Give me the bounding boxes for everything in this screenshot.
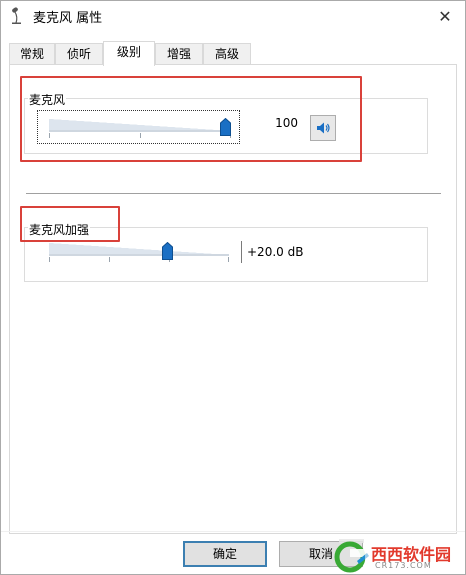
slider-tick — [228, 257, 229, 262]
section-separator — [26, 193, 441, 194]
microphone-level-value: 100 — [275, 116, 298, 130]
title-bar: 麦克风 属性 ✕ — [1, 1, 465, 31]
slider-thumb[interactable] — [220, 118, 231, 136]
tab-enhancements[interactable]: 增强 — [155, 43, 203, 65]
tab-listen[interactable]: 侦听 — [55, 43, 103, 65]
watermark: 西西软件园 CR173.COM — [331, 531, 466, 575]
slider-tick — [140, 133, 141, 138]
microphone-icon — [12, 7, 21, 24]
tab-advanced[interactable]: 高级 — [203, 43, 251, 65]
levels-panel: 麦克风 100 麦克风加强 +20.0 dB — [9, 64, 457, 534]
close-icon: ✕ — [438, 6, 452, 26]
tab-strip: 常规 侦听 级别 增强 高级 — [9, 41, 459, 66]
slider-track — [49, 130, 231, 132]
microphone-boost-label: 麦克风加强 — [28, 221, 91, 238]
mute-button[interactable] — [310, 115, 336, 141]
slider-tick — [49, 257, 50, 262]
properties-window: 麦克风 属性 ✕ 常规 侦听 级别 增强 高级 麦克风 100 麦克风加强 +2… — [0, 0, 466, 575]
microphone-level-slider[interactable] — [49, 114, 231, 138]
microphone-boost-slider[interactable] — [49, 238, 229, 262]
microphone-boost-value: +20.0 dB — [241, 241, 305, 263]
watermark-domain: CR173.COM — [375, 561, 432, 570]
slider-tick — [49, 133, 50, 138]
speaker-icon — [317, 122, 330, 134]
tab-general[interactable]: 常规 — [9, 43, 55, 65]
tab-levels[interactable]: 级别 — [103, 41, 155, 66]
window-title: 麦克风 属性 — [33, 11, 103, 26]
slider-thumb[interactable] — [162, 242, 174, 260]
microphone-label: 麦克风 — [28, 91, 67, 108]
ok-button[interactable]: 确定 — [183, 541, 267, 567]
slider-tick — [108, 257, 110, 262]
close-button[interactable]: ✕ — [425, 1, 465, 31]
slider-track — [49, 254, 229, 256]
